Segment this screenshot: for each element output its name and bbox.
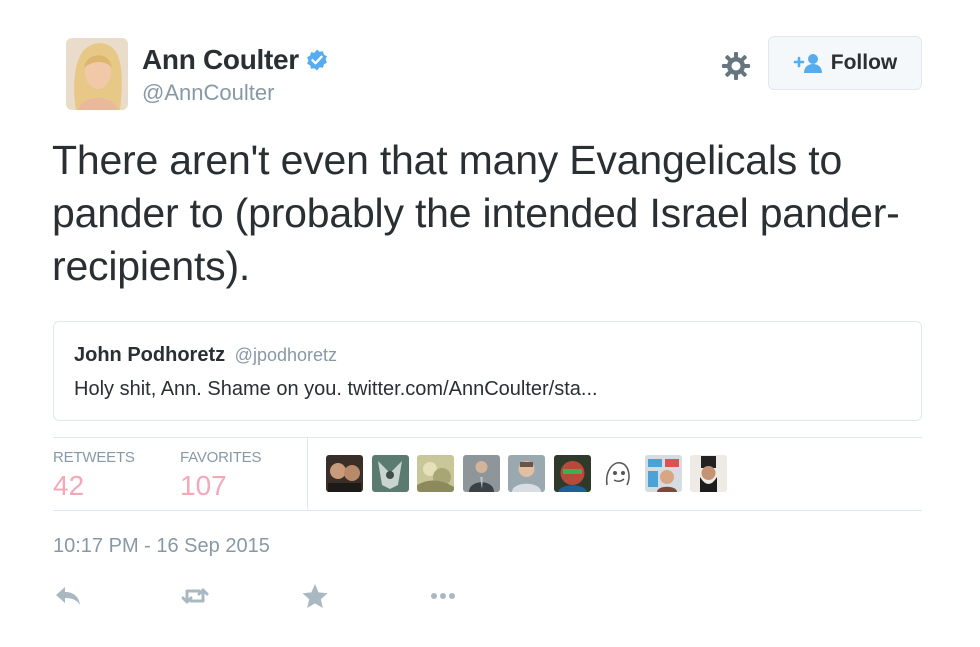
favoriter-avatar[interactable] [553,455,591,492]
gear-icon[interactable] [721,51,751,81]
retweets-label: RETWEETS [53,449,135,466]
favoriters-avatars [326,455,736,492]
author-avatar[interactable] [66,38,128,110]
favoriter-avatar[interactable] [508,455,545,492]
favoriter-avatar[interactable] [690,455,727,492]
favorites-stat[interactable]: FAVORITES 107 [180,449,261,502]
favorites-count: 107 [180,470,227,501]
favoriter-avatar[interactable] [417,455,454,492]
stats-bottom-divider [53,510,922,511]
quoted-tweet-header: John Podhoretz @jpodhoretz [74,344,337,367]
reply-icon[interactable] [53,582,83,610]
favorite-icon[interactable] [300,582,330,610]
favoriter-avatar[interactable] [599,455,636,492]
author-name-row[interactable]: Ann Coulter [142,44,329,76]
author-name[interactable]: Ann Coulter [142,44,299,76]
quoted-author-name: John Podhoretz [74,344,226,366]
quoted-tweet-text: Holy shit, Ann. Shame on you. twitter.co… [74,378,598,400]
favoriter-avatar[interactable] [326,455,363,492]
favoriter-avatar[interactable] [371,455,409,492]
retweets-count: 42 [53,470,85,501]
tweet-text: There aren't even that many Evangelicals… [52,137,900,289]
quoted-tweet[interactable]: John Podhoretz @jpodhoretz Holy shit, An… [53,321,922,421]
stats-vertical-divider [307,437,308,510]
favoriter-avatar[interactable] [462,455,500,492]
verified-badge-icon [307,49,327,71]
add-user-icon [793,54,822,73]
more-icon[interactable] [428,582,458,610]
tweet-timestamp[interactable]: 10:17 PM - 16 Sep 2015 [53,535,270,558]
quoted-author-handle: @jpodhoretz [234,345,338,365]
follow-label: Follow [830,51,898,74]
retweets-stat[interactable]: RETWEETS 42 [53,449,135,502]
retweet-icon[interactable] [180,582,210,610]
stats-top-divider [53,437,922,438]
favorites-label: FAVORITES [180,449,262,466]
favoriter-avatar[interactable] [644,455,682,492]
author-handle[interactable]: @AnnCoulter [142,80,274,106]
follow-button[interactable]: Follow [768,36,922,90]
